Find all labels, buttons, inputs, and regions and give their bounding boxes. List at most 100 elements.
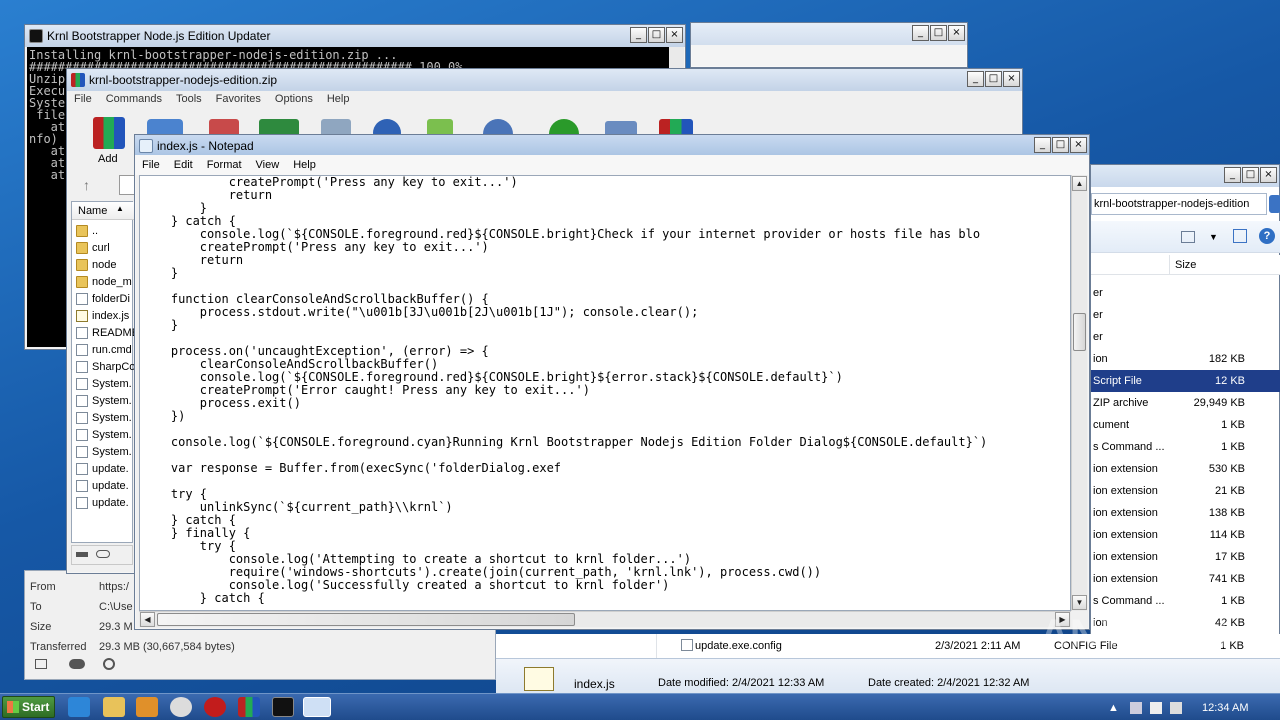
- explorer-file-row[interactable]: ion extension 138 KB: [1091, 502, 1280, 524]
- opera-icon[interactable]: [204, 697, 226, 717]
- flag-icon[interactable]: [1150, 701, 1162, 714]
- explorer-file-row[interactable]: er: [1091, 326, 1280, 348]
- winrar-file-row[interactable]: System.: [76, 392, 134, 409]
- start-button[interactable]: Start: [2, 696, 55, 718]
- settings-icon[interactable]: [103, 658, 115, 670]
- add-label[interactable]: Add: [98, 153, 118, 165]
- preview-pane-icon[interactable]: [1233, 229, 1247, 243]
- scroll-left-button[interactable]: ◀: [140, 612, 155, 627]
- maximize-button[interactable]: □: [985, 71, 1002, 87]
- winrar-file-row[interactable]: README: [76, 324, 134, 341]
- menu-item-format[interactable]: Format: [200, 159, 249, 171]
- network-icon[interactable]: [1130, 701, 1142, 714]
- explorer-file-row[interactable]: cument 1 KB: [1091, 414, 1280, 436]
- start-label: Start: [22, 700, 50, 714]
- winrar-file-row[interactable]: update.: [76, 460, 134, 477]
- scroll-up-button[interactable]: ▲: [1072, 176, 1087, 191]
- winrar-file-row[interactable]: curl: [76, 239, 134, 256]
- tray-expand-icon[interactable]: ▲: [1108, 702, 1122, 714]
- horizontal-scrollbar[interactable]: ◀ ▶: [139, 611, 1071, 627]
- clock[interactable]: 12:34 AM: [1202, 702, 1248, 714]
- horizontal-scroll-thumb[interactable]: [157, 613, 575, 626]
- winrar-file-row[interactable]: System.: [76, 443, 134, 460]
- explorer-file-row[interactable]: s Command ... 1 KB: [1091, 590, 1280, 612]
- chrome-icon[interactable]: [170, 697, 192, 717]
- vertical-scroll-thumb[interactable]: [1073, 313, 1086, 351]
- help-icon[interactable]: ?: [1259, 228, 1275, 244]
- menu-item-edit[interactable]: Edit: [167, 159, 200, 171]
- maximize-button[interactable]: □: [930, 25, 947, 41]
- explorer-file-row[interactable]: ion 182 KB: [1091, 348, 1280, 370]
- maximize-button[interactable]: □: [648, 27, 665, 43]
- view-options-icon[interactable]: [1181, 231, 1195, 243]
- minimize-button[interactable]: _: [630, 27, 647, 43]
- menu-item-tools[interactable]: Tools: [169, 93, 209, 105]
- notepad-task-icon[interactable]: [303, 697, 331, 717]
- winrar-title: krnl-bootstrapper-nodejs-edition.zip: [89, 73, 278, 87]
- winrar-file-row[interactable]: index.js: [76, 307, 134, 324]
- winrar-file-row[interactable]: ..: [76, 222, 134, 239]
- vertical-scrollbar[interactable]: ▲ ▼: [1071, 175, 1087, 611]
- minimize-button[interactable]: _: [1224, 167, 1241, 183]
- minimize-button[interactable]: _: [912, 25, 929, 41]
- close-button[interactable]: ×: [666, 27, 683, 43]
- explorer-file-row[interactable]: er: [1091, 304, 1280, 326]
- ie-icon[interactable]: [68, 697, 90, 717]
- explorer-file-row[interactable]: ZIP archive 29,949 KB: [1091, 392, 1280, 414]
- scroll-down-button[interactable]: ▼: [1072, 595, 1087, 610]
- close-button[interactable]: ×: [948, 25, 965, 41]
- winrar-task-icon[interactable]: [238, 697, 260, 717]
- explorer-file-row[interactable]: er: [1091, 282, 1280, 304]
- explorer-file-row[interactable]: ion extension 21 KB: [1091, 480, 1280, 502]
- explorer-file-row-update-config[interactable]: update.exe.config 2/3/2021 2:11 AM: [656, 634, 1090, 658]
- menu-item-options[interactable]: Options: [268, 93, 320, 105]
- menu-item-file[interactable]: File: [67, 93, 99, 105]
- size-column-header[interactable]: Size: [1091, 255, 1280, 275]
- explorer-icon[interactable]: [103, 697, 125, 717]
- volume-icon[interactable]: [1170, 701, 1182, 714]
- menu-item-file[interactable]: File: [135, 159, 167, 171]
- explorer-file-row[interactable]: ion extension 741 KB: [1091, 568, 1280, 590]
- explorer-left-lower: [496, 634, 656, 658]
- explorer-file-row[interactable]: s Command ... 1 KB: [1091, 436, 1280, 458]
- panel-icon[interactable]: [35, 659, 47, 669]
- winrar-file-row[interactable]: node_m: [76, 273, 134, 290]
- maximize-button[interactable]: □: [1242, 167, 1259, 183]
- menu-item-commands[interactable]: Commands: [99, 93, 169, 105]
- winrar-file-row[interactable]: run.cmd: [76, 341, 134, 358]
- notepad-text-area[interactable]: createPrompt('Press any key to exit...')…: [139, 175, 1071, 611]
- up-folder-icon[interactable]: ↑: [83, 177, 90, 193]
- console-task-icon[interactable]: [272, 697, 294, 717]
- explorer-file-row[interactable]: ion extension 114 KB: [1091, 524, 1280, 546]
- winrar-file-row[interactable]: update.: [76, 494, 134, 511]
- winrar-file-row[interactable]: update.: [76, 477, 134, 494]
- file-name: update.: [92, 496, 129, 509]
- winrar-file-row[interactable]: node: [76, 256, 134, 273]
- explorer-file-row[interactable]: ion extension 17 KB: [1091, 546, 1280, 568]
- winrar-file-row[interactable]: System.: [76, 375, 134, 392]
- config-file-icon: [681, 639, 693, 651]
- menu-item-help[interactable]: Help: [286, 159, 323, 171]
- search-icon[interactable]: [1269, 195, 1280, 213]
- minimize-button[interactable]: _: [967, 71, 984, 87]
- close-button[interactable]: ×: [1003, 71, 1020, 87]
- minimize-button[interactable]: _: [1034, 137, 1051, 153]
- winrar-file-row[interactable]: SharpCo: [76, 358, 134, 375]
- media-player-icon[interactable]: [136, 697, 158, 717]
- menu-item-view[interactable]: View: [249, 159, 287, 171]
- close-button[interactable]: ×: [1260, 167, 1277, 183]
- winrar-file-row[interactable]: folderDi: [76, 290, 134, 307]
- maximize-button[interactable]: □: [1052, 137, 1069, 153]
- add-archive-icon[interactable]: [93, 117, 125, 149]
- chevron-down-icon[interactable]: ▼: [1209, 232, 1218, 242]
- name-column-header[interactable]: Name ▲: [72, 202, 134, 220]
- close-button[interactable]: ×: [1070, 137, 1087, 153]
- menu-item-favorites[interactable]: Favorites: [209, 93, 268, 105]
- explorer-address-bar[interactable]: krnl-bootstrapper-nodejs-edition: [1091, 193, 1267, 215]
- menu-item-help[interactable]: Help: [320, 93, 357, 105]
- winrar-file-row[interactable]: System.: [76, 409, 134, 426]
- explorer-file-row[interactable]: Script File 12 KB: [1091, 370, 1280, 392]
- winrar-file-row[interactable]: System.: [76, 426, 134, 443]
- cloud-icon[interactable]: [69, 659, 85, 669]
- explorer-file-row[interactable]: ion extension 530 KB: [1091, 458, 1280, 480]
